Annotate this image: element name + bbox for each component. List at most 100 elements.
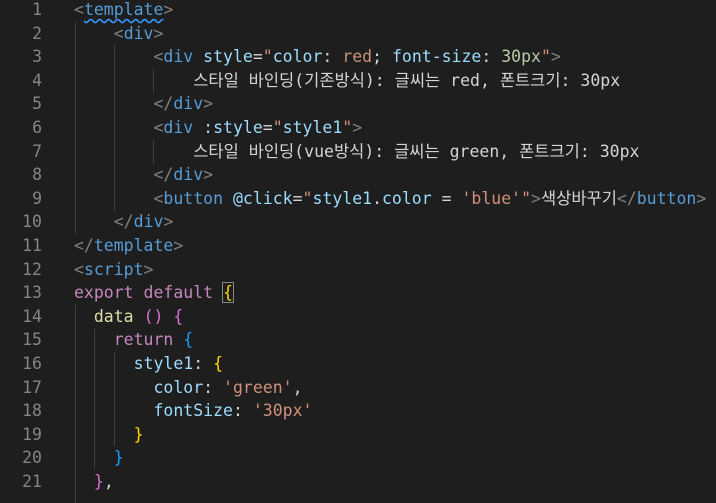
code-line[interactable]: <script>	[74, 258, 716, 282]
code-token: ,	[292, 377, 303, 397]
line-number: 20	[22, 448, 42, 468]
code-token: >	[352, 117, 363, 137]
line-number: 19	[22, 424, 42, 444]
code-token: color	[272, 47, 323, 67]
code-line[interactable]: </div>	[74, 163, 716, 187]
code-line[interactable]: },	[74, 470, 716, 494]
code-token: button	[636, 188, 697, 208]
line-number: 2	[32, 23, 42, 43]
code-line[interactable]: <div style="color: red; font-size: 30px"…	[74, 45, 716, 69]
code-token: <	[113, 23, 124, 43]
code-token: >	[203, 165, 214, 185]
code-line[interactable]: </div>	[74, 92, 716, 116]
code-line[interactable]: 스타일 바인딩(vue방식): 글씨는 green, 폰트크기: 30px	[74, 140, 716, 164]
line-number: 9	[32, 188, 42, 208]
code-token: <	[153, 117, 164, 137]
code-line[interactable]: color: 'green',	[74, 376, 716, 400]
code-line[interactable]: return {	[74, 328, 716, 352]
code-line[interactable]: <button @click="style1.color = 'blue'">색…	[74, 187, 716, 211]
code-line[interactable]: export default {	[74, 281, 716, 305]
code-token: =	[252, 47, 263, 67]
code-token: =	[262, 117, 273, 137]
code-token: "	[540, 47, 551, 67]
code-token: </	[616, 188, 637, 208]
line-number: 14	[22, 306, 42, 326]
indent-guide	[153, 69, 154, 93]
code-token: '30px'	[252, 401, 313, 421]
line-number: 13	[22, 283, 42, 303]
code-line[interactable]: }	[74, 423, 716, 447]
code-token: template	[83, 0, 164, 19]
code-token: default	[143, 283, 214, 303]
code-token: </	[153, 94, 174, 114]
code-line[interactable]: <template>	[74, 0, 716, 22]
indent-guide	[114, 352, 115, 446]
code-token: font-size	[391, 47, 482, 67]
code-line[interactable]: data () {	[74, 305, 716, 329]
code-token: div	[133, 212, 164, 232]
code-token: "	[302, 188, 313, 208]
code-token: div	[173, 165, 204, 185]
code-token: color	[382, 188, 432, 208]
code-line[interactable]: <div :style="style1">	[74, 116, 716, 140]
code-token: </	[113, 212, 134, 232]
line-number: 18	[22, 401, 42, 421]
line-number-gutter: 1 2 3 4 5 6 7 8 9 10 11 12 13 14 15 16 17 18 19 20 21	[0, 0, 60, 493]
indent-guide	[94, 329, 95, 469]
code-token: ;	[372, 47, 392, 67]
code-token: >	[531, 188, 541, 208]
code-token: red	[342, 47, 373, 67]
code-token: :	[232, 401, 253, 421]
line-number: 8	[32, 165, 42, 185]
code-token: script	[83, 259, 144, 279]
code-editor[interactable]: 1 2 3 4 5 6 7 8 9 10 11 12 13 14 15 16 17 18 19 20 21 <templ…	[0, 0, 716, 503]
line-number: 17	[22, 377, 42, 397]
code-token: </	[74, 235, 94, 255]
code-token: 'green'	[223, 377, 293, 397]
code-token: <	[153, 188, 164, 208]
code-token: >	[696, 188, 707, 208]
line-number: 10	[22, 212, 42, 232]
code-line[interactable]: 스타일 바인딩(기존방식): 글씨는 red, 폰트크기: 30px	[74, 69, 716, 93]
code-token: :	[203, 377, 224, 397]
code-line[interactable]: <div>	[74, 22, 716, 46]
code-token: return	[113, 330, 174, 350]
code-token: ,	[103, 471, 114, 491]
code-token: >	[163, 212, 174, 232]
code-token: >	[173, 235, 184, 255]
code-area[interactable]: <template> <div> <div style="color: red;…	[74, 0, 716, 493]
code-line[interactable]: </div>	[74, 210, 716, 234]
code-token: template	[93, 235, 174, 255]
code-token: =	[431, 188, 462, 208]
code-token: @click	[232, 188, 293, 208]
code-token: 'blue'	[461, 188, 522, 208]
indent-guide	[75, 22, 76, 234]
code-token: :style	[203, 117, 263, 137]
code-line[interactable]: style1: {	[74, 352, 716, 376]
line-number: 11	[22, 235, 42, 255]
code-line[interactable]: }	[74, 446, 716, 470]
code-token: >	[550, 47, 561, 67]
code-token: >	[153, 23, 164, 43]
code-line[interactable]: </template>	[74, 234, 716, 258]
code-token: div	[123, 23, 154, 43]
line-number: 5	[32, 94, 42, 114]
code-token: style1	[312, 188, 373, 208]
code-token: }	[93, 471, 104, 491]
line-number: 12	[22, 259, 42, 279]
line-number: 3	[32, 47, 42, 67]
code-token: <	[153, 47, 164, 67]
line-number: 6	[32, 117, 42, 137]
code-token: 스타일 바인딩(vue방식): 글씨는 green, 폰트크기: 30px	[74, 141, 640, 161]
line-number: 16	[22, 353, 42, 373]
code-line[interactable]: fontSize: '30px'	[74, 399, 716, 423]
